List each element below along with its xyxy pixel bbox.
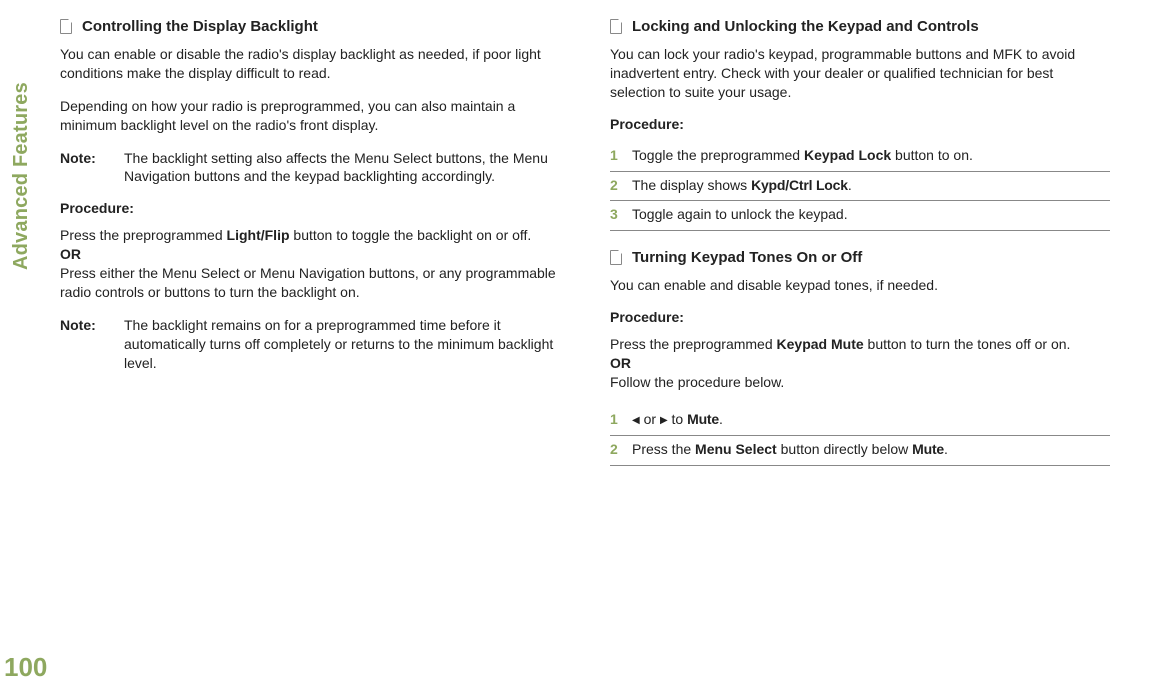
step-text: Toggle the preprogrammed Keypad Lock but…	[632, 146, 973, 165]
note-label: Note:	[60, 149, 124, 187]
paragraph: You can enable and disable keypad tones,…	[610, 276, 1110, 295]
text-run: Press the	[632, 441, 695, 457]
display-text: Mute	[912, 441, 944, 457]
left-arrow-icon: ◀	[632, 414, 640, 428]
text-run: button to on.	[891, 147, 973, 163]
page-body: Controlling the Display Backlight You ca…	[0, 0, 1174, 486]
text-run: Press either the Menu Select or Menu Nav…	[60, 265, 556, 300]
text-run: button directly below	[777, 441, 912, 457]
text-run: Press the preprogrammed	[610, 336, 777, 352]
note-text: The backlight setting also affects the M…	[124, 149, 560, 187]
left-column: Controlling the Display Backlight You ca…	[60, 18, 560, 466]
page-icon	[60, 19, 72, 34]
step-row: 2 Press the Menu Select button directly …	[610, 436, 1110, 466]
paragraph: Press the preprogrammed Keypad Mute butt…	[610, 335, 1110, 392]
paragraph: Press the preprogrammed Light/Flip butto…	[60, 226, 560, 302]
bold-run: Keypad Mute	[777, 336, 864, 352]
procedure-label: Procedure:	[610, 309, 1110, 325]
step-number: 2	[610, 176, 632, 195]
step-row: 3 Toggle again to unlock the keypad.	[610, 201, 1110, 231]
paragraph: Depending on how your radio is preprogra…	[60, 97, 560, 135]
paragraph: You can lock your radio's keypad, progra…	[610, 45, 1110, 102]
note-label: Note:	[60, 316, 124, 373]
text-run: or	[640, 411, 660, 427]
procedure-label: Procedure:	[610, 116, 1110, 132]
procedure-label: Procedure:	[60, 200, 560, 216]
text-run: to	[668, 411, 687, 427]
bold-run: Menu Select	[695, 441, 777, 457]
page-number: 100	[4, 652, 47, 683]
section-title: Turning Keypad Tones On or Off	[632, 249, 862, 266]
section-head-lock: Locking and Unlocking the Keypad and Con…	[610, 18, 1110, 35]
page-icon	[610, 19, 622, 34]
step-number: 1	[610, 146, 632, 165]
display-text: Mute	[687, 411, 719, 427]
step-number: 1	[610, 410, 632, 429]
note-block: Note: The backlight setting also affects…	[60, 149, 560, 187]
section-title: Locking and Unlocking the Keypad and Con…	[632, 18, 979, 35]
or-label: OR	[610, 355, 631, 371]
text-run: The display shows	[632, 177, 751, 193]
bold-run: Light/Flip	[227, 227, 290, 243]
step-number: 2	[610, 440, 632, 459]
or-label: OR	[60, 246, 81, 262]
display-text: Kypd/Ctrl Lock	[751, 177, 848, 193]
section-title: Controlling the Display Backlight	[82, 18, 318, 35]
step-text: The display shows Kypd/Ctrl Lock.	[632, 176, 852, 195]
step-text: Press the Menu Select button directly be…	[632, 440, 948, 459]
note-text: The backlight remains on for a preprogra…	[124, 316, 560, 373]
step-row: 2 The display shows Kypd/Ctrl Lock.	[610, 172, 1110, 202]
note-block: Note: The backlight remains on for a pre…	[60, 316, 560, 373]
text-run: .	[848, 177, 852, 193]
page-icon	[610, 250, 622, 265]
step-row: 1 ◀ or ▶ to Mute.	[610, 406, 1110, 436]
side-chapter-label: Advanced Features	[10, 82, 33, 270]
right-column: Locking and Unlocking the Keypad and Con…	[610, 18, 1110, 466]
text-run: button to turn the tones off or on.	[864, 336, 1071, 352]
step-number: 3	[610, 205, 632, 224]
text-run: .	[719, 411, 723, 427]
text-run: Follow the procedure below.	[610, 374, 784, 390]
text-run: Toggle the preprogrammed	[632, 147, 804, 163]
bold-run: Keypad Lock	[804, 147, 891, 163]
step-text: ◀ or ▶ to Mute.	[632, 410, 723, 429]
paragraph: You can enable or disable the radio's di…	[60, 45, 560, 83]
step-text: Toggle again to unlock the keypad.	[632, 205, 848, 224]
text-run: .	[944, 441, 948, 457]
section-head-backlight: Controlling the Display Backlight	[60, 18, 560, 35]
right-arrow-icon: ▶	[660, 414, 668, 428]
text-run: Press the preprogrammed	[60, 227, 227, 243]
section-head-tones: Turning Keypad Tones On or Off	[610, 249, 1110, 266]
text-run: button to toggle the backlight on or off…	[290, 227, 532, 243]
step-row: 1 Toggle the preprogrammed Keypad Lock b…	[610, 142, 1110, 172]
